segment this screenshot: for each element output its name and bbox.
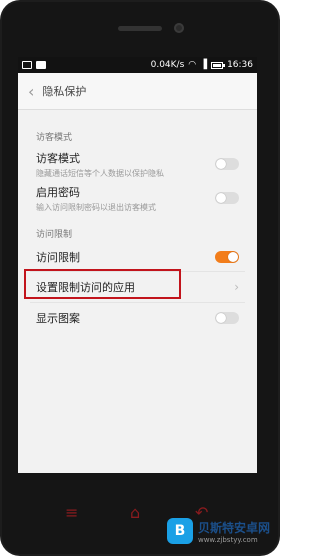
network-speed: 0.04K/s (150, 60, 185, 70)
back-icon[interactable]: ‹ (28, 82, 34, 101)
section-label-guest-mode: 访客模式 (36, 133, 73, 143)
guest-mode-toggle[interactable] (215, 158, 239, 170)
setting-description: 输入访问限制密码以退出访客模式 (36, 202, 156, 212)
menu-icon[interactable]: ≡ (65, 503, 78, 522)
earpiece-speaker (118, 26, 162, 31)
screen: 0.04K/s ◠ ▐ 16:36 ‹ 隐私保护 访客模式 访客模式 隐藏通话短… (18, 57, 257, 473)
setting-label: 访问限制 (36, 251, 80, 264)
setting-row-show-pattern[interactable]: 显示图案 (18, 303, 257, 333)
setting-label: 显示图案 (36, 312, 80, 325)
battery-icon (211, 61, 226, 69)
notification-icon (22, 61, 32, 69)
wifi-icon: ◠ (188, 60, 197, 70)
phone-frame: 0.04K/s ◠ ▐ 16:36 ‹ 隐私保护 访客模式 访客模式 隐藏通话短… (0, 0, 280, 556)
show-pattern-toggle[interactable] (215, 312, 239, 324)
chevron-right-icon: › (234, 280, 239, 294)
home-icon[interactable]: ⌂ (130, 503, 140, 522)
page-title: 隐私保护 (42, 85, 87, 98)
image-notification-icon (36, 61, 46, 69)
access-restriction-toggle[interactable] (215, 251, 239, 263)
signal-icon: ▐ (200, 60, 208, 70)
status-bar: 0.04K/s ◠ ▐ 16:36 (18, 57, 257, 73)
watermark-url: www.zjbstyy.com (197, 535, 258, 544)
setting-row-access-restriction[interactable]: 访问限制 (18, 243, 257, 271)
watermark-title: 贝斯特安卓网 (197, 520, 270, 535)
watermark: B 贝斯特安卓网 www.zjbstyy.com (166, 518, 270, 544)
enable-password-toggle[interactable] (215, 192, 239, 204)
setting-label: 访客模式 (36, 151, 80, 165)
setting-description: 隐藏通话短信等个人数据以保护隐私 (36, 168, 164, 178)
title-bar: ‹ 隐私保护 (18, 73, 257, 110)
setting-row-enable-password[interactable]: 启用密码 输入访问限制密码以退出访客模式 (18, 181, 257, 215)
setting-row-guest-mode[interactable]: 访客模式 隐藏通话短信等个人数据以保护隐私 (18, 147, 257, 181)
highlight-box (24, 269, 181, 299)
setting-label: 启用密码 (36, 185, 80, 199)
front-camera (174, 23, 184, 33)
clock: 16:36 (227, 60, 253, 70)
watermark-logo-icon: B (166, 518, 193, 544)
section-label-access-restriction: 访问限制 (36, 230, 73, 240)
